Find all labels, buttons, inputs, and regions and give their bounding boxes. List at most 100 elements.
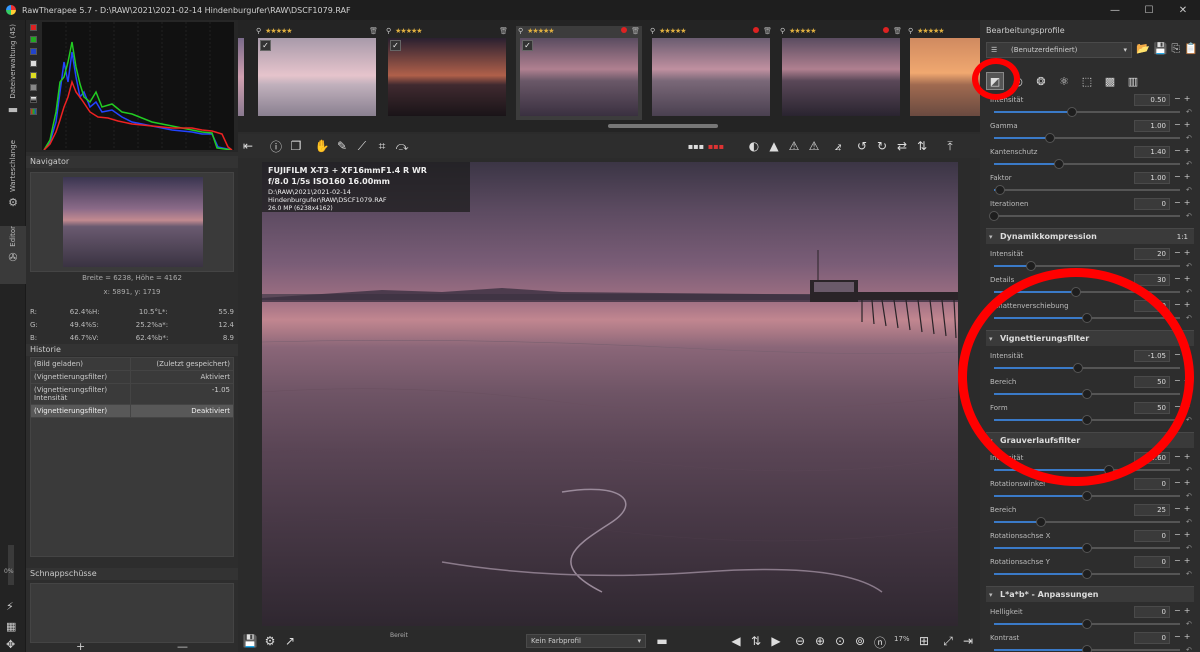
slider-value-input[interactable]: 50	[1134, 402, 1170, 414]
bar-toggle[interactable]	[30, 96, 37, 103]
rating-stars[interactable]: ★★★★★	[789, 27, 816, 35]
slider-handle[interactable]	[1082, 569, 1092, 579]
previous-image-icon[interactable]: ◀	[726, 634, 746, 648]
zoom-fit-icon[interactable]: ⊚	[850, 634, 870, 648]
move-icon[interactable]: ✥	[6, 638, 15, 651]
slider-track[interactable]	[994, 313, 1180, 323]
qr-icon[interactable]: ▦	[6, 620, 16, 633]
reset-icon[interactable]: ↶	[1186, 466, 1192, 474]
reset-icon[interactable]: ↶	[1186, 544, 1192, 552]
plus-minus-buttons[interactable]: −+	[1174, 556, 1193, 565]
slider-track[interactable]	[994, 619, 1180, 629]
snapshots-header[interactable]: Schnappschüsse	[26, 568, 238, 580]
select-checkbox[interactable]: ✓	[390, 40, 401, 51]
filmstrip-scrollbar[interactable]	[608, 124, 718, 128]
collapse-left-icon[interactable]: ⇤	[238, 139, 258, 153]
section-header[interactable]: ▾ Grauverlaufsfilter	[986, 432, 1194, 448]
slider-handle[interactable]	[1082, 619, 1092, 629]
slider-track[interactable]	[994, 159, 1180, 169]
filmstrip-item-selected[interactable]: ⚲ ★★★★★ 🗑 ✓	[516, 26, 642, 120]
plus-minus-buttons[interactable]: −+	[1174, 94, 1193, 103]
transform-icon[interactable]: ⚲	[908, 27, 913, 35]
reset-icon[interactable]: ↶	[1186, 390, 1192, 398]
slider-track[interactable]	[994, 465, 1180, 475]
slider-track[interactable]	[994, 415, 1180, 425]
straighten-icon[interactable]: ⟋	[352, 139, 372, 154]
reset-icon[interactable]: ↶	[1186, 314, 1192, 322]
rating-stars[interactable]: ★★★★★	[917, 27, 944, 35]
filmstrip-thumbnail[interactable]	[238, 38, 244, 116]
section-header[interactable]: ▾ L*a*b* - Anpassungen	[986, 586, 1194, 602]
crop-icon[interactable]: ⌗	[372, 139, 392, 154]
main-preview-image[interactable]: FUJIFILM X-T3 + XF16mmF1.4 R WR f/8.0 1/…	[262, 162, 958, 626]
navigator-thumbnail[interactable]	[63, 177, 203, 267]
color-label-icon[interactable]: 🗑	[883, 27, 902, 35]
slider-value-input[interactable]: 0.60	[1134, 452, 1170, 464]
slider-handle[interactable]	[1082, 313, 1092, 323]
slider-track[interactable]	[994, 645, 1180, 652]
rotate-right-icon[interactable]: ↻	[872, 139, 892, 153]
transform-icon[interactable]: ⚲	[518, 27, 523, 35]
magic-wand-icon[interactable]: ⚡	[6, 600, 14, 613]
tab-color-icon[interactable]: ❂	[1032, 72, 1050, 90]
history-item[interactable]: (Vignettierungsfilter) Deaktiviert	[31, 405, 233, 418]
plus-minus-buttons[interactable]: −+	[1174, 452, 1193, 461]
plus-minus-buttons[interactable]: −+	[1174, 478, 1193, 487]
minimize-button[interactable]: —	[1098, 0, 1132, 20]
external-editor-icon[interactable]: ↗	[280, 634, 300, 648]
soft-proof-icon[interactable]: ▬	[652, 634, 672, 648]
slider-value-input[interactable]: 50	[1134, 300, 1170, 312]
save-icon[interactable]: 💾	[240, 634, 260, 648]
tab-editor[interactable]: Editor ✇	[0, 226, 26, 284]
focus-mask-icon[interactable]: ◐	[744, 139, 764, 153]
fullscreen-icon[interactable]: ⤢	[938, 634, 958, 649]
navigator-preview[interactable]	[30, 172, 234, 272]
filmstrip-item[interactable]: ⚲ ★★★★★	[906, 26, 980, 120]
slider-handle[interactable]	[1082, 415, 1092, 425]
transform-icon[interactable]: ⚲	[256, 27, 261, 35]
select-checkbox[interactable]: ✓	[260, 40, 271, 51]
slider-value-input[interactable]: 0.50	[1134, 94, 1170, 106]
slider-handle[interactable]	[1026, 261, 1037, 271]
info-icon[interactable]: ⓘ	[266, 138, 286, 155]
reset-icon[interactable]: ↶	[1186, 262, 1192, 270]
zoom-slider-track[interactable]	[8, 545, 14, 585]
slider-value-input[interactable]: 0	[1134, 556, 1170, 568]
tab-metadata-icon[interactable]: ▥	[1124, 72, 1142, 90]
queue-icon[interactable]: ⚙	[260, 634, 280, 648]
zoom-fit-crop-icon[interactable]: ⓝ	[870, 634, 890, 651]
slider-handle[interactable]	[1104, 465, 1115, 475]
before-after-icon[interactable]: ❐	[286, 139, 306, 153]
chroma-toggle[interactable]	[30, 72, 37, 79]
mode-toggle[interactable]	[30, 108, 37, 115]
slider-handle[interactable]	[1082, 491, 1092, 501]
plus-minus-buttons[interactable]: −+	[1174, 300, 1193, 309]
green-channel-toggle[interactable]	[30, 36, 37, 43]
rating-stars[interactable]: ★★★★★	[395, 27, 422, 35]
slider-track[interactable]	[994, 133, 1180, 143]
add-snapshot-button[interactable]: +	[76, 641, 85, 652]
tab-file-browser[interactable]: Dateiverwaltung (45) ▬	[0, 24, 26, 124]
collapse-right-icon[interactable]: ⇥	[958, 634, 978, 648]
plus-minus-buttons[interactable]: −+	[1174, 402, 1193, 411]
rating-stars[interactable]: ★★★★★	[527, 27, 554, 35]
processing-profile-select[interactable]: ☰ (Benutzerdefiniert) ▾	[986, 42, 1132, 58]
reset-icon[interactable]: ↶	[1186, 646, 1192, 652]
maximize-button[interactable]: ☐	[1132, 0, 1166, 20]
reset-icon[interactable]: ↶	[1186, 288, 1192, 296]
trash-icon[interactable]: 🗑	[369, 27, 378, 35]
tab-raw-icon[interactable]: ▩	[1101, 72, 1119, 90]
remove-snapshot-button[interactable]: —	[177, 641, 188, 652]
slider-track[interactable]	[989, 211, 1180, 221]
reset-icon[interactable]: ↶	[1186, 518, 1192, 526]
color-picker-icon[interactable]: ✎	[332, 139, 352, 153]
slider-value-input[interactable]: 30	[1134, 274, 1170, 286]
plus-minus-buttons[interactable]: −+	[1174, 274, 1193, 283]
select-checkbox[interactable]: ✓	[522, 40, 533, 51]
plus-minus-buttons[interactable]: −+	[1174, 198, 1193, 207]
slider-handle[interactable]	[1072, 363, 1083, 373]
filmstrip-item[interactable]	[238, 26, 248, 120]
plus-minus-buttons[interactable]: −+	[1174, 172, 1193, 181]
rotate-left-icon[interactable]: ↺	[852, 139, 872, 153]
tab-queue[interactable]: Warteschlange ⚙	[0, 140, 26, 220]
